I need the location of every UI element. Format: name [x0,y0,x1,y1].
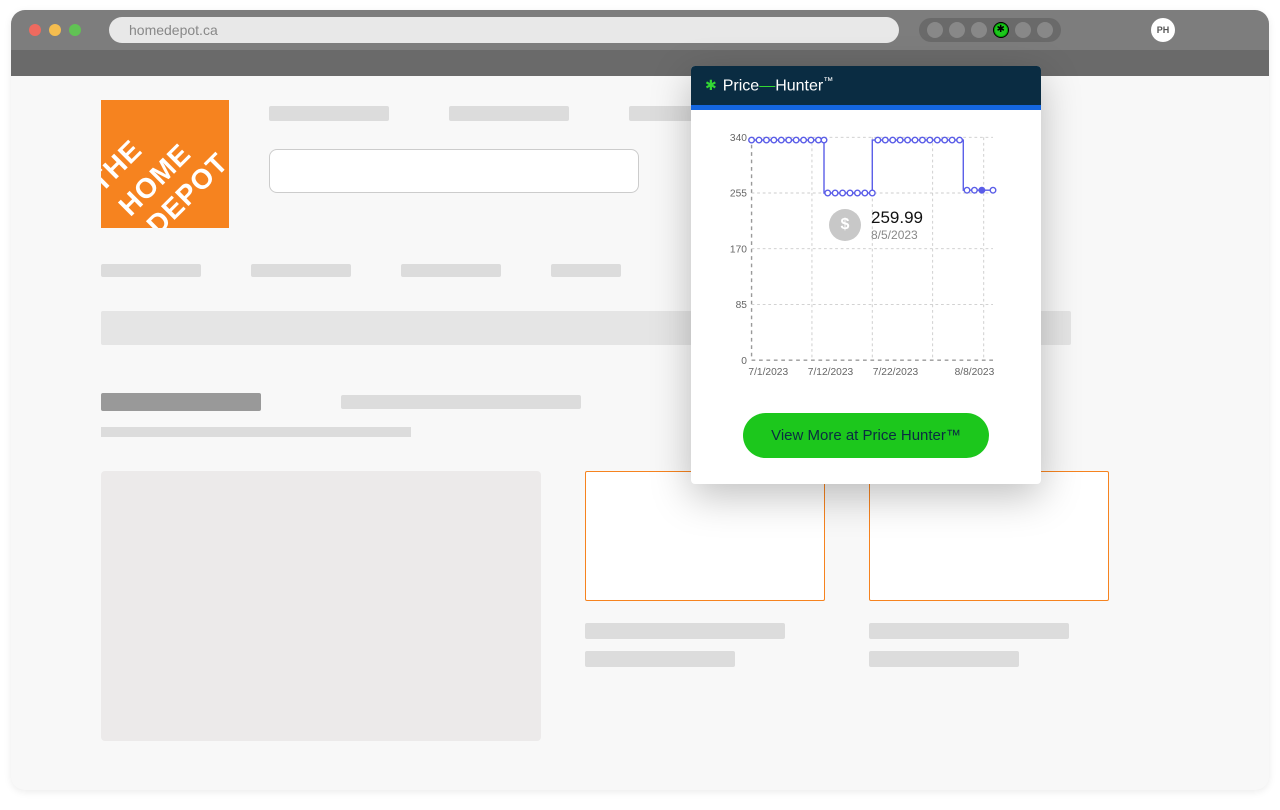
extension-slot[interactable] [1015,22,1031,38]
svg-text:7/22/2023: 7/22/2023 [873,367,919,378]
price-hunter-extension-icon[interactable] [993,22,1009,38]
minimize-window-button[interactable] [49,24,61,36]
placeholder [585,623,785,639]
extension-slot[interactable] [949,22,965,38]
placeholder [869,623,1069,639]
section-subtitle-placeholder [341,395,581,409]
placeholder [869,651,1019,667]
chart-svg: 340 255 170 85 0 7/1/2023 7/12/2023 7/22… [703,128,1023,388]
placeholder [401,264,501,277]
profile-avatar[interactable]: PH [1151,18,1175,42]
section-caption-placeholder [101,427,411,437]
chart-tooltip: $ 259.99 8/5/2023 [829,208,923,242]
extension-slot[interactable] [927,22,943,38]
page-content: THE HOME DEPOT [11,76,1269,790]
url-text: homedepot.ca [129,22,218,38]
address-bar[interactable]: homedepot.ca [109,17,899,43]
dollar-icon: $ [829,209,861,241]
svg-text:7/1/2023: 7/1/2023 [748,367,788,378]
svg-text:255: 255 [730,189,747,200]
tooltip-price: 259.99 [871,208,923,228]
placeholder [251,264,351,277]
tooltip-date: 8/5/2023 [871,228,923,242]
section-title-placeholder [101,393,261,411]
homedepot-logo[interactable]: THE HOME DEPOT [101,100,229,228]
extension-slot[interactable] [1037,22,1053,38]
price-hunter-popup: ✱ Price—Hunter™ 340 255 170 85 [691,66,1041,484]
nav-placeholder [449,106,569,121]
bookmarks-bar [11,50,1269,76]
svg-text:170: 170 [730,245,747,256]
close-window-button[interactable] [29,24,41,36]
product-card[interactable] [869,471,1109,601]
view-more-button[interactable]: View More at Price Hunter™ [743,413,989,458]
svg-text:340: 340 [730,133,747,144]
placeholder [551,264,621,277]
extensions-tray [919,18,1061,42]
price-chart: 340 255 170 85 0 7/1/2023 7/12/2023 7/22… [691,110,1041,401]
product-card[interactable] [585,471,825,601]
nav-placeholder [629,106,699,121]
window-controls [29,24,81,36]
extension-slot[interactable] [971,22,987,38]
titlebar: homedepot.ca PH [11,10,1269,50]
site-search-input[interactable] [269,149,639,193]
placeholder [101,264,201,277]
svg-text:0: 0 [741,356,747,367]
svg-text:7/12/2023: 7/12/2023 [808,367,854,378]
svg-text:85: 85 [736,300,748,311]
asterisk-icon: ✱ [705,77,717,94]
nav-placeholder [269,106,389,121]
svg-text:8/8/2023: 8/8/2023 [955,367,995,378]
placeholder [585,651,735,667]
maximize-window-button[interactable] [69,24,81,36]
popup-header: ✱ Price—Hunter™ [691,66,1041,105]
hero-card[interactable] [101,471,541,741]
browser-window: homedepot.ca PH THE HOME DEPOT [11,10,1269,790]
brand-name: Price—Hunter™ [723,76,833,95]
